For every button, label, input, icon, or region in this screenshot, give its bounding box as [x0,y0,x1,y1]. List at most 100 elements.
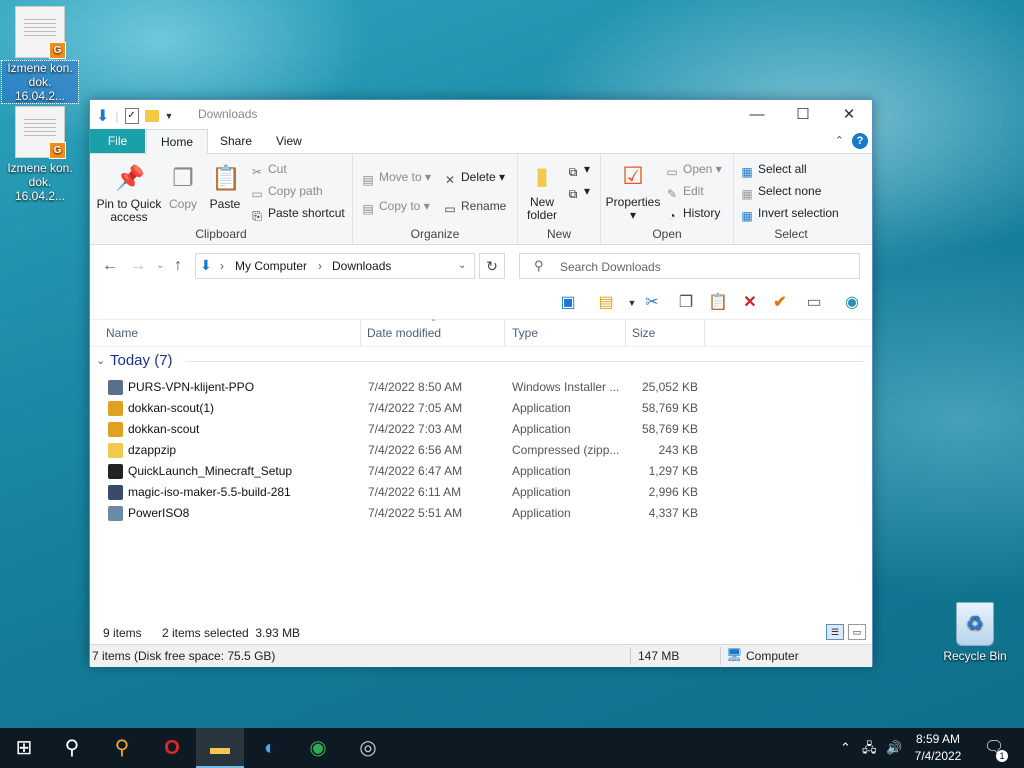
extra-toolbar: ▣ ▤ ▼ ✂ ❐ 📋 ✕ ✔ ▭ ◉ [90,287,872,320]
column-size[interactable]: Size [632,326,655,340]
file-type: Compressed (zipp... [512,443,620,457]
recycle-bin[interactable]: ♻ Recycle Bin [940,602,1010,663]
network-icon[interactable]: 🖧 [862,728,877,768]
start-windows-icon[interactable]: ⊞ [0,728,48,768]
ribbon-tabs: File Home Share View ⌃ ? [90,129,872,154]
disc-app-icon[interactable]: ◎ [344,728,392,768]
column-type[interactable]: Type [512,326,538,340]
recent-locations-icon[interactable]: ⌄ [156,260,164,271]
refresh-button[interactable]: ↻ [479,253,505,279]
group-header-today[interactable]: ⌄ Today (7) [90,352,874,372]
forward-arrow-icon[interactable]: → [130,257,146,275]
back-arrow-icon[interactable]: ← [102,257,118,275]
table-row[interactable]: dokkan-scout(1) 7/4/2022 7:05 AM Applicati… [90,398,874,419]
tab-view[interactable]: View [262,129,316,153]
globe-icon[interactable]: ◉ [842,293,862,313]
scissors-icon[interactable]: ✂ [642,293,662,313]
properties-button[interactable]: ☑ Properties ▾ [605,162,661,222]
copy-to-icon: ▤ [362,202,374,216]
notification-count-badge: 1 [996,750,1008,762]
show-hidden-icons-icon[interactable]: ⌃ [840,728,851,768]
invert-selection-button[interactable]: ▦ Invert selection [740,204,838,223]
rename-button[interactable]: ▭ Rename [443,197,506,216]
copy-button[interactable]: ❐ Copy [166,164,200,211]
paste-button[interactable]: 📋 Paste [206,164,244,211]
search-box[interactable]: ⚲ Search Downloads [519,253,860,279]
delete-x-icon[interactable]: ✕ [740,293,760,313]
folder-options-dropdown-icon[interactable]: ▼ [622,293,642,313]
clipboard-group: 📌 Pin to Quick access ❐ Copy 📋 Paste ✂ Cut… [90,154,353,244]
table-row[interactable]: dokkan-scout 7/4/2022 7:03 AM Application 5… [90,419,874,440]
table-row[interactable]: PowerISO8 7/4/2022 5:51 AM Application 4,33… [90,503,874,524]
history-icon: ◔ [668,209,676,223]
tab-home[interactable]: Home [146,129,209,154]
file-name: dokkan-scout [128,422,200,436]
open-button[interactable]: ▭ Open ▾ [665,160,721,179]
paste-icon[interactable]: 📋 [708,293,728,313]
table-row[interactable]: magic-iso-maker-5.5-build-281 7/4/2022 6:… [90,482,874,503]
edit-icon: ✎ [666,187,678,201]
history-button[interactable]: ◔ History [665,204,720,223]
select-all-button[interactable]: ▦ Select all [740,160,806,179]
move-to-button[interactable]: ▤ Move to ▾ [361,168,431,187]
close-button[interactable]: ✕ [826,100,872,129]
details-view-icon[interactable]: ☰ [826,624,844,640]
down-arrow-icon[interactable]: ⬇ [96,106,109,126]
address-dropdown-icon[interactable]: ⌄ [458,260,466,271]
table-row[interactable]: dzappzip 7/4/2022 6:56 AM Compressed (zipp… [90,440,874,461]
file-type: Application [512,506,571,520]
opera-browser-icon[interactable]: O [148,728,196,768]
easy-access-button[interactable]: ⧉ ▾ [566,182,590,201]
rename-icon[interactable]: ▭ [804,293,824,313]
column-date-modified[interactable]: Date modified [367,326,441,340]
group-label-new: New [546,227,571,241]
quick-access-toolbar: ⬇ | ✓ ▼ [96,106,174,126]
address-bar[interactable]: ⬇ › My Computer › Downloads ⌄ [195,253,475,279]
title-bar[interactable]: ⬇ | ✓ ▼ Downloads — ☐ ✕ [90,100,872,129]
paste-shortcut-button[interactable]: ⎘ Paste shortcut [250,204,345,223]
collapse-ribbon-icon[interactable]: ⌃ [835,134,844,147]
desktop-icon-document-1[interactable]: G Izmene kon. dok. 16.04.2... [1,6,79,104]
properties-check-icon[interactable]: ✓ [124,108,139,124]
breadcrumb-downloads[interactable]: Downloads [332,259,391,273]
chrome-browser-icon[interactable]: ◉ [294,728,342,768]
invert-selection-icon: ▦ [741,209,753,223]
edit-button[interactable]: ✎ Edit [665,182,704,201]
desktop-icon-document-2[interactable]: G Izmene kon. dok. 16.04.2... [2,106,78,203]
checkmark-icon[interactable]: ✔ [770,293,790,313]
system-clock[interactable]: 8:59 AM 7/4/2022 [900,731,976,765]
table-row[interactable]: QuickLaunch_Minecraft_Setup 7/4/2022 6:47… [90,461,874,482]
copy-path-button[interactable]: ▭ Copy path [250,182,322,201]
search-icon[interactable]: ⚲ [48,728,96,768]
large-icons-view-icon[interactable]: ▭ [848,624,866,640]
up-arrow-icon[interactable]: ↑ [174,257,182,275]
file-explorer-icon[interactable]: ▬ [196,728,244,768]
paste-icon: 📋 [211,165,241,192]
select-none-button[interactable]: ▦ Select none [740,182,821,201]
select-group: ▦ Select all ▦ Select none ▦ Invert selecti… [734,154,848,244]
breadcrumb-my-computer[interactable]: My Computer [235,259,307,273]
location-zone: Computer [746,649,799,663]
pin-to-quick-access-button[interactable]: 📌 Pin to Quick access [96,164,162,224]
delete-button[interactable]: ✕ Delete ▾ [443,168,505,187]
maximize-button[interactable]: ☐ [780,100,826,129]
app-c-icon[interactable]: ◐ [246,728,294,768]
help-icon[interactable]: ? [852,133,868,149]
minimize-button[interactable]: — [734,100,780,129]
search-app-icon[interactable]: ⚲ [98,728,146,768]
folder-options-icon[interactable]: ▤ [596,293,616,313]
table-row[interactable]: PURS-VPN-klijent-PPO 7/4/2022 8:50 AM Wind… [90,377,874,398]
copy-to-button[interactable]: ▤ Copy to ▾ [361,197,429,216]
new-folder-button[interactable]: ▮ New folder [522,162,562,222]
tab-file[interactable]: File [90,129,145,153]
cut-button[interactable]: ✂ Cut [250,160,287,179]
notifications-icon[interactable]: 🗨 [984,728,1004,768]
column-name[interactable]: Name [106,326,138,340]
copy-icon[interactable]: ❐ [676,293,696,313]
file-type: Application [512,464,571,478]
new-folder-icon[interactable] [144,110,159,122]
customize-dropdown-icon[interactable]: ▼ [165,111,174,121]
new-item-button[interactable]: ⧉ ▾ [566,160,590,179]
tab-share[interactable]: Share [206,129,266,153]
preview-pane-icon[interactable]: ▣ [558,293,578,313]
